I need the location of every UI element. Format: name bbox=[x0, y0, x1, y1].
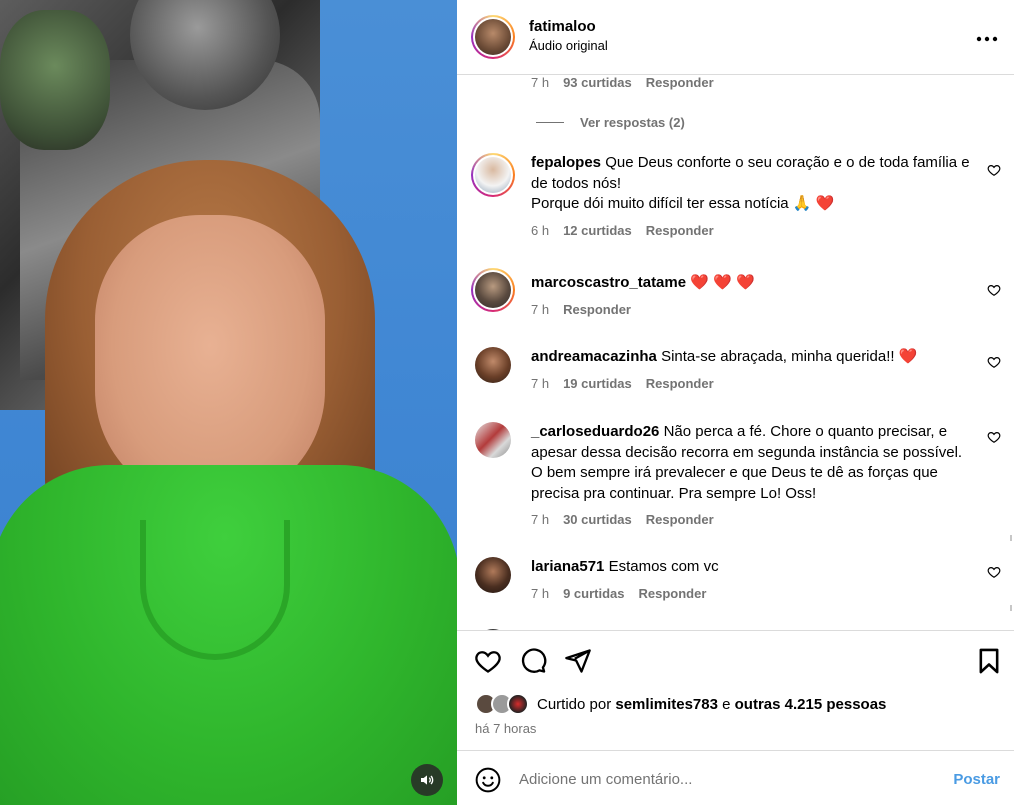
comment-time: 7 h bbox=[531, 585, 550, 601]
comment-username[interactable]: _carloseduardo26 bbox=[531, 423, 659, 440]
post-actions: Curtido por semlimites783 e outras 4.215… bbox=[457, 630, 1014, 750]
scrollbar-mark bbox=[1010, 605, 1012, 611]
comment-composer: Postar bbox=[457, 750, 1014, 805]
reply-button[interactable]: Responder bbox=[563, 302, 631, 317]
comment-text: _carloseduardo26 Não perca a fé. Chore o… bbox=[531, 422, 971, 504]
comment-body: ❤️ ❤️ ❤️ bbox=[690, 274, 755, 291]
post-panel: fatimaloo Áudio original 7 h 93 curtidas… bbox=[457, 0, 1014, 805]
comment-time: 7 h bbox=[531, 75, 550, 90]
comment-likes[interactable]: 12 curtidas bbox=[563, 223, 632, 238]
likes-joiner: e bbox=[722, 695, 731, 713]
heart-outline-icon[interactable] bbox=[987, 355, 1001, 369]
person-face bbox=[95, 215, 325, 505]
comment-meta: 7 h 93 curtidas Responder bbox=[531, 75, 714, 90]
post-header: fatimaloo Áudio original bbox=[457, 0, 1014, 75]
comment-meta: 7 h 9 curtidas Responder bbox=[531, 586, 971, 601]
share-icon[interactable] bbox=[564, 647, 592, 675]
comment-meta: 7 h Responder bbox=[531, 302, 971, 317]
comment-username[interactable]: marcoscastro_tatame bbox=[531, 274, 686, 291]
comment-avatar[interactable] bbox=[471, 153, 515, 197]
comment-username[interactable]: fepalopes bbox=[531, 154, 601, 171]
heart-outline-icon[interactable] bbox=[987, 163, 1001, 177]
replies-divider bbox=[536, 122, 564, 123]
comment-icon[interactable] bbox=[519, 647, 547, 675]
speaker-icon bbox=[421, 775, 434, 785]
comment-likes[interactable]: 30 curtidas bbox=[563, 512, 632, 527]
comment-text: lariana571 Estamos com vc bbox=[531, 557, 971, 578]
bookmark-icon[interactable] bbox=[975, 647, 1003, 675]
heart-outline-icon[interactable] bbox=[987, 430, 1001, 444]
comment-time: 6 h bbox=[531, 222, 550, 238]
comment-text: fepalopes Que Deus conforte o seu coraçã… bbox=[531, 153, 971, 215]
comment-meta: 7 h 30 curtidas Responder bbox=[531, 512, 971, 527]
view-replies-label: Ver respostas (2) bbox=[580, 115, 685, 130]
reply-button[interactable]: Responder bbox=[639, 586, 707, 601]
reply-button[interactable]: Responder bbox=[646, 223, 714, 238]
comment-avatar[interactable] bbox=[471, 268, 515, 312]
view-replies-button[interactable]: Ver respostas (2) bbox=[536, 115, 685, 130]
likes-others-button[interactable]: outras 4.215 pessoas bbox=[735, 696, 887, 713]
comment-body: Estamos com vc bbox=[608, 558, 719, 575]
comment-likes[interactable]: 19 curtidas bbox=[563, 376, 632, 391]
liker-avatars[interactable] bbox=[475, 693, 529, 715]
likes-prefix: Curtido por bbox=[537, 695, 612, 713]
likes-summary: Curtido por semlimites783 e outras 4.215… bbox=[475, 693, 886, 715]
comment-username[interactable]: lariana571 bbox=[531, 558, 604, 575]
author-avatar[interactable] bbox=[471, 15, 515, 59]
post-comment-button[interactable]: Postar bbox=[953, 771, 1000, 788]
comment-text: andreamacazinha Sinta-se abraçada, minha… bbox=[531, 347, 971, 368]
audio-label[interactable]: Áudio original bbox=[529, 36, 608, 56]
audio-toggle-button[interactable] bbox=[411, 764, 443, 796]
comment-likes[interactable]: 9 curtidas bbox=[563, 586, 624, 601]
comment-input[interactable] bbox=[519, 764, 939, 794]
comment-avatar[interactable] bbox=[471, 555, 515, 599]
comment-meta: 7 h 19 curtidas Responder bbox=[531, 376, 971, 391]
reply-button[interactable]: Responder bbox=[646, 75, 714, 90]
scrollbar-mark bbox=[1010, 535, 1012, 541]
liker-username[interactable]: semlimites783 bbox=[615, 696, 718, 713]
comment-time: 7 h bbox=[531, 512, 550, 527]
comment-likes[interactable]: 93 curtidas bbox=[563, 75, 632, 90]
post-timestamp[interactable]: há 7 horas bbox=[475, 721, 536, 736]
more-horizontal-icon bbox=[976, 36, 998, 42]
poster-glove bbox=[0, 10, 110, 150]
reply-button[interactable]: Responder bbox=[646, 512, 714, 527]
comments-list[interactable]: 7 h 93 curtidas Responder Ver respostas … bbox=[457, 75, 1014, 630]
comment-body: Sinta-se abraçada, minha querida!! ❤️ bbox=[661, 348, 918, 365]
heart-icon[interactable] bbox=[474, 647, 502, 675]
comment-username[interactable]: andreamacazinha bbox=[531, 348, 657, 365]
comment-time: 7 h bbox=[531, 375, 550, 391]
emoji-icon[interactable] bbox=[475, 767, 501, 793]
liker-avatar bbox=[507, 693, 529, 715]
video-player[interactable] bbox=[0, 0, 457, 805]
comment-meta: 6 h 12 curtidas Responder bbox=[531, 223, 971, 238]
comment-avatar[interactable] bbox=[471, 420, 515, 464]
heart-outline-icon[interactable] bbox=[987, 283, 1001, 297]
comment-time: 7 h bbox=[531, 301, 550, 317]
comment-avatar[interactable] bbox=[471, 345, 515, 389]
author-photo bbox=[475, 19, 511, 55]
reply-button[interactable]: Responder bbox=[646, 376, 714, 391]
comment-text: marcoscastro_tatame ❤️ ❤️ ❤️ bbox=[531, 273, 971, 294]
heart-outline-icon[interactable] bbox=[987, 565, 1001, 579]
author-username[interactable]: fatimaloo bbox=[529, 18, 608, 36]
more-options-button[interactable] bbox=[976, 24, 998, 46]
